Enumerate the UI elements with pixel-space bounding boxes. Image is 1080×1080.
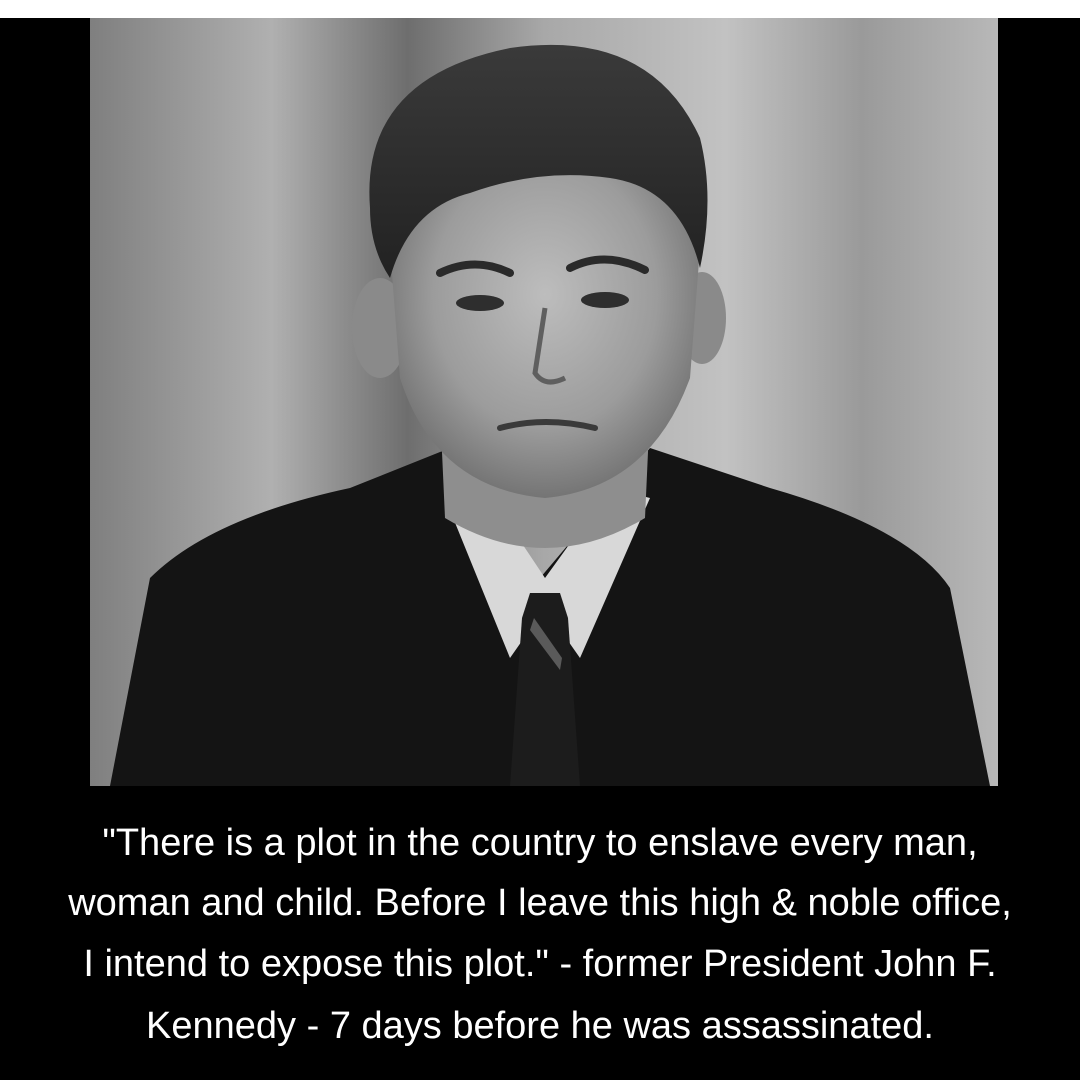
quote-line: Kennedy - 7 days before he was assassina… (146, 1005, 934, 1047)
quote-line: I intend to expose this plot." - former … (83, 943, 997, 985)
quote-line: woman and child. Before I leave this hig… (68, 882, 1012, 924)
top-white-strip (0, 0, 1080, 18)
quote-text: "There is a plot in the country to ensla… (0, 800, 1080, 1070)
meme-image: "There is a plot in the country to ensla… (0, 0, 1080, 1080)
quote-line: "There is a plot in the country to ensla… (102, 822, 978, 864)
portrait-photo (90, 18, 998, 786)
